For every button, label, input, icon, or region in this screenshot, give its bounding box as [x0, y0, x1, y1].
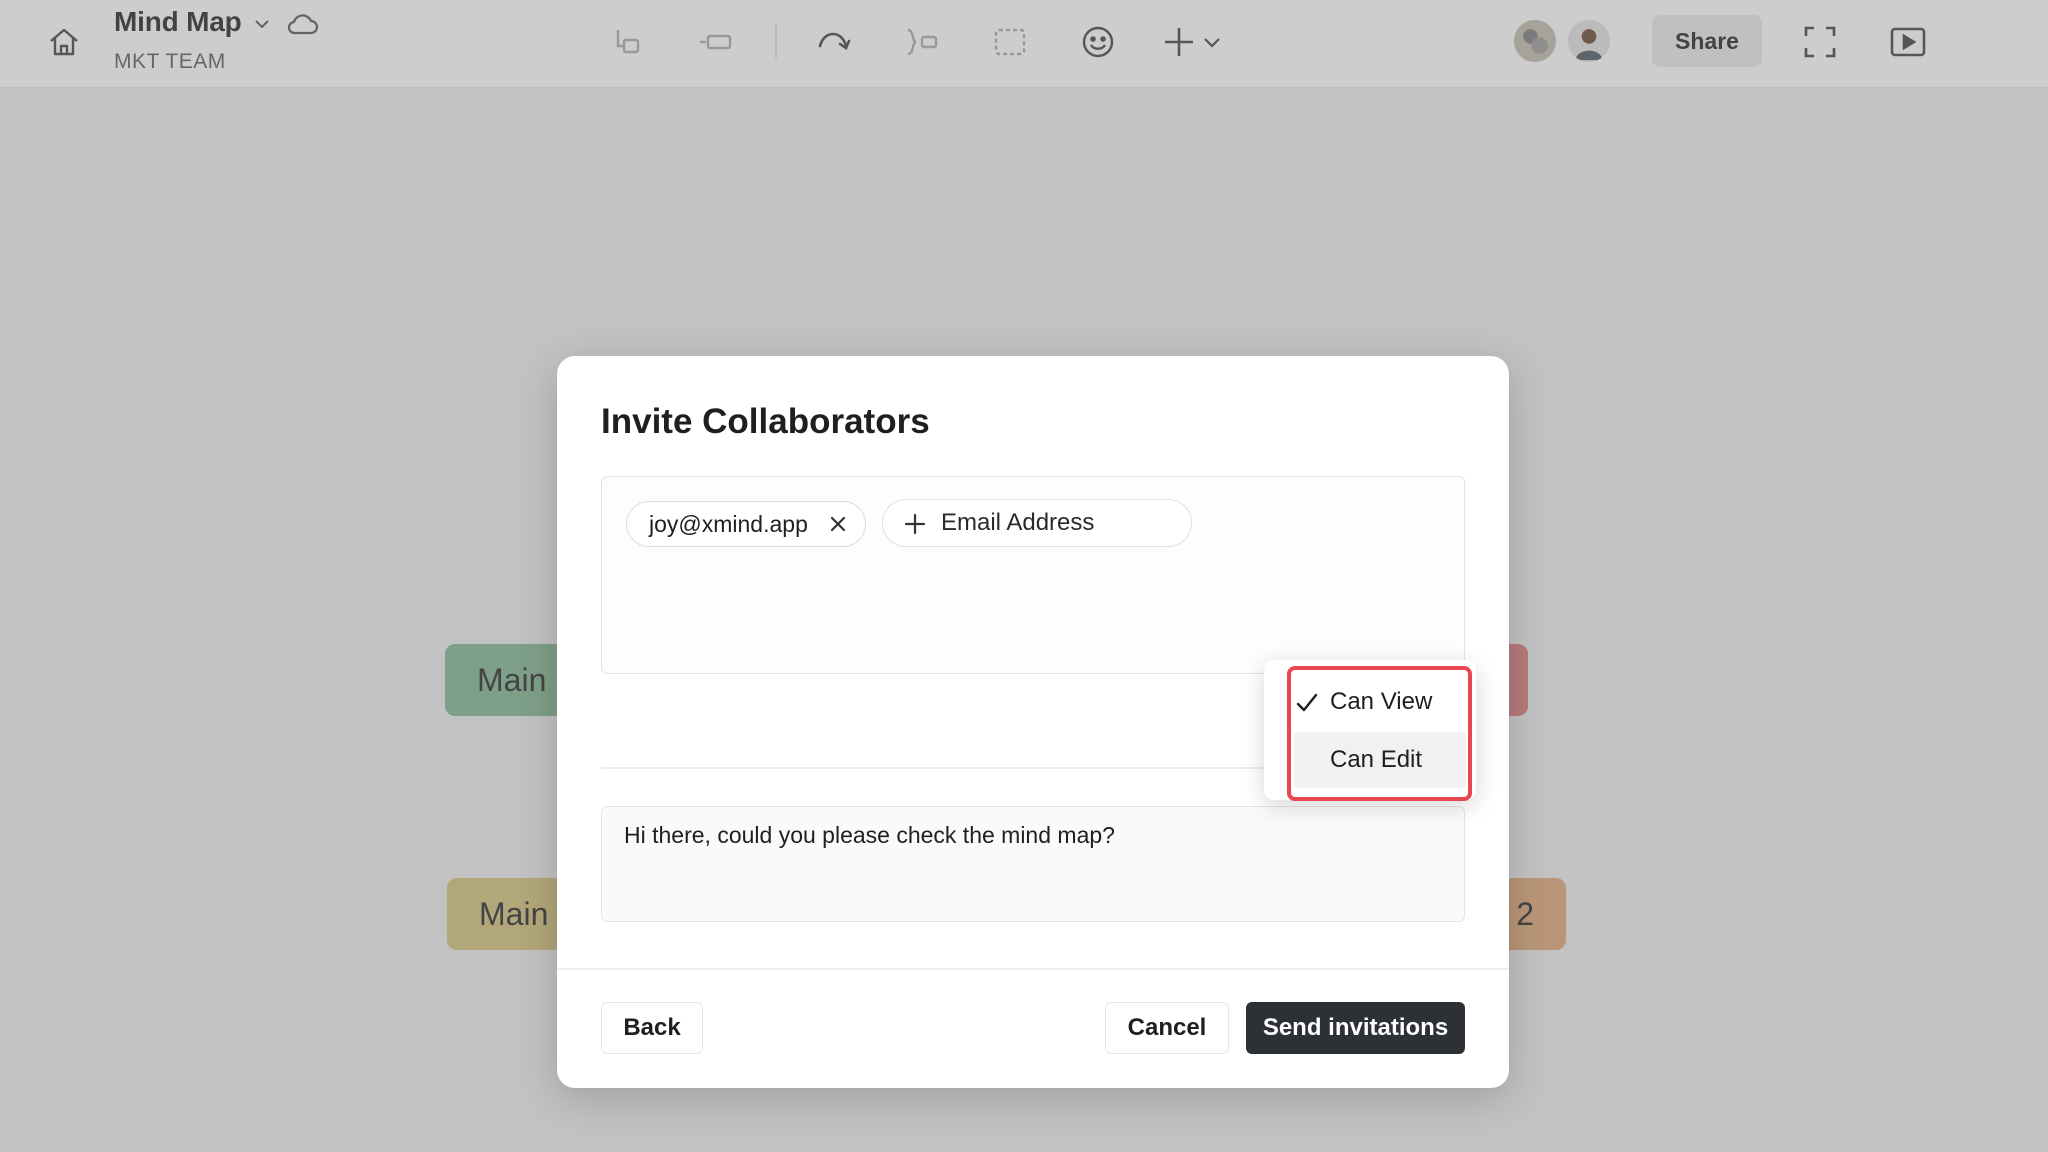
send-invitations-button[interactable]: Send invitations: [1246, 1002, 1465, 1054]
plus-icon: [903, 512, 927, 536]
back-button[interactable]: Back: [601, 1002, 703, 1054]
email-chip-label: joy@xmind.app: [649, 510, 808, 537]
dialog-title: Invite Collaborators: [601, 402, 930, 441]
cancel-button[interactable]: Cancel: [1105, 1002, 1229, 1054]
highlight-annotation: [1287, 666, 1472, 801]
message-field[interactable]: Hi there, could you please check the min…: [601, 806, 1465, 922]
close-icon[interactable]: [827, 513, 849, 535]
add-email-label: Email Address: [941, 509, 1095, 536]
divider: [557, 968, 1509, 970]
email-chip: joy@xmind.app: [626, 501, 866, 547]
email-input-area[interactable]: joy@xmind.app Email Address: [601, 476, 1465, 674]
add-email-button[interactable]: Email Address: [882, 499, 1192, 547]
